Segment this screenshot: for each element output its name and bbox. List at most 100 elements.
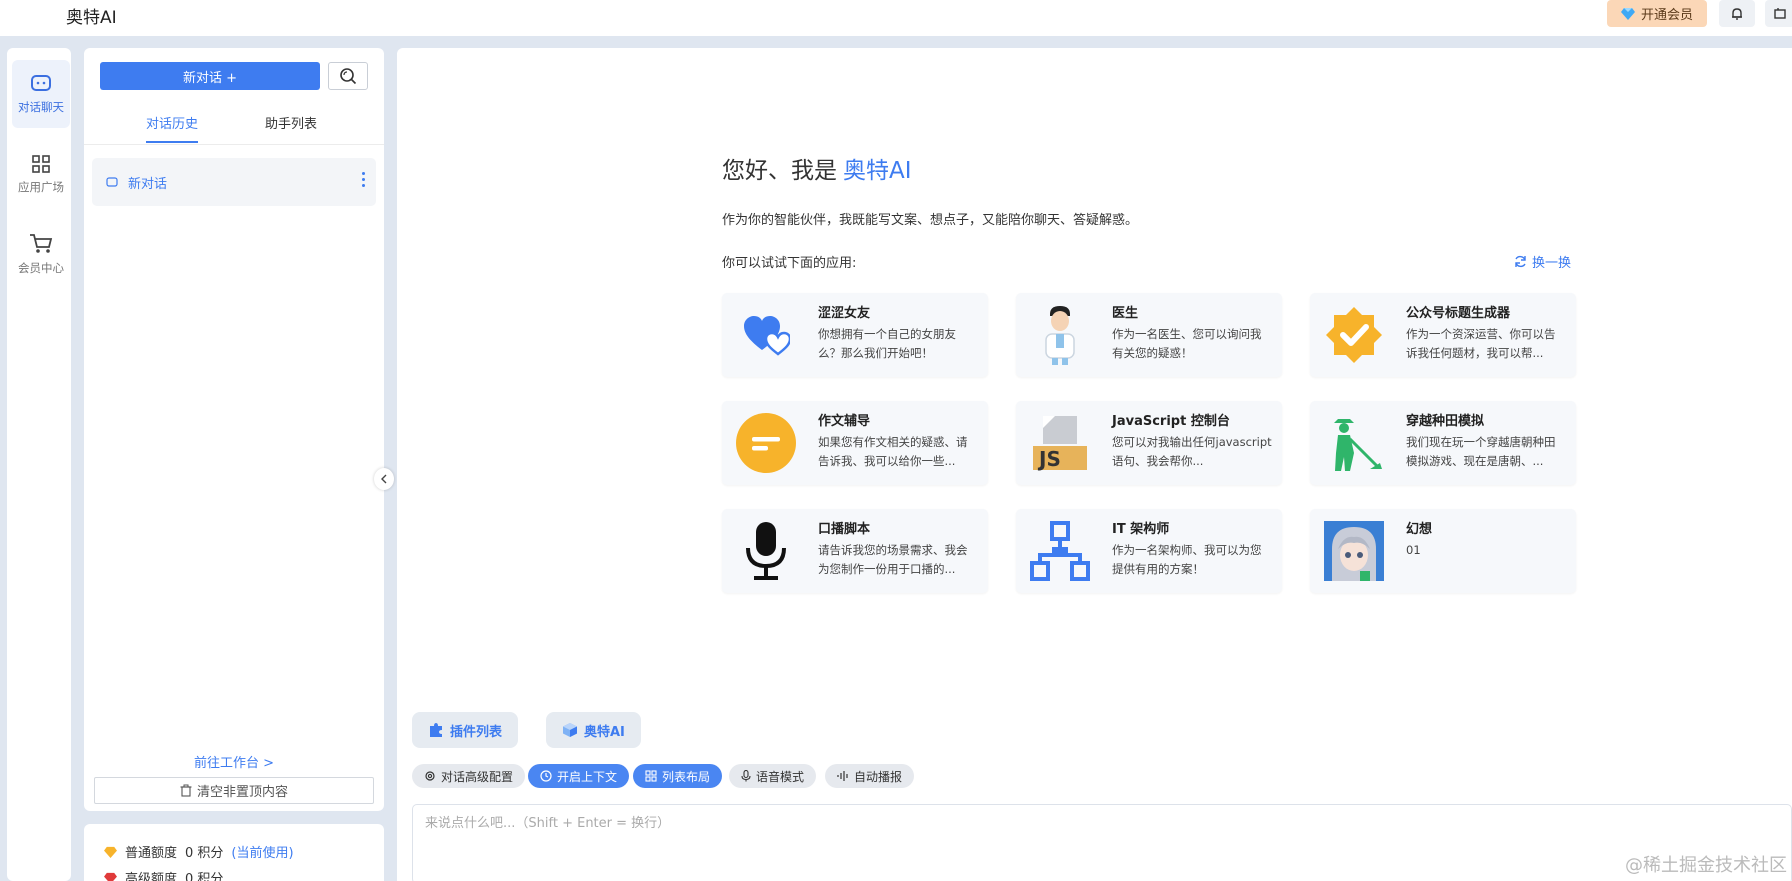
context-chip[interactable]: 开启上下文 bbox=[528, 764, 630, 788]
intro-text: 作为你的智能伙伴，我既能写文案、想点子，又能陪你聊天、答疑解惑。 bbox=[722, 213, 1139, 228]
conversation-item[interactable]: 新对话 bbox=[92, 158, 376, 206]
top-bar: 奥特AI 开通会员 bbox=[0, 0, 1792, 36]
app-card-desc: 作为一名架构师、我可以为您提供有用的方案！ bbox=[1112, 543, 1262, 576]
diamond-icon bbox=[104, 872, 117, 881]
app-card[interactable]: 作文辅导 如果您有作文相关的疑惑、请告诉我、我可以给你一些... bbox=[722, 401, 988, 485]
vip-button[interactable]: 开通会员 bbox=[1607, 0, 1707, 27]
watermark: @稀土掘金技术社区 bbox=[1625, 855, 1787, 876]
collapse-sidebar-button[interactable] bbox=[374, 468, 394, 490]
tab-history[interactable]: 对话历史 bbox=[146, 113, 199, 143]
conversation-title: 新对话 bbox=[128, 176, 168, 192]
auto-play-chip[interactable]: 自动播报 bbox=[825, 764, 915, 788]
text-lines-icon bbox=[736, 413, 796, 473]
app-card-title: 医生 bbox=[1112, 306, 1139, 321]
microphone-icon bbox=[741, 770, 751, 782]
grid-icon bbox=[32, 154, 50, 173]
try-label: 你可以试试下面的应用: bbox=[722, 256, 857, 271]
app-card[interactable]: 口播脚本 请告诉我您的场景需求、我会为您制作一份用于口播的... bbox=[722, 509, 988, 593]
app-card[interactable]: JS JavaScript 控制台 您可以对我输出任何javascript语句、… bbox=[1016, 401, 1282, 485]
quota-advanced: 高级额度 0 积分 bbox=[104, 868, 223, 881]
voice-mode-chip[interactable]: 语音模式 bbox=[729, 764, 817, 788]
clock-icon bbox=[540, 770, 552, 782]
notification-button[interactable] bbox=[1719, 0, 1755, 27]
app-card-desc: 如果您有作文相关的疑惑、请告诉我、我可以给你一些... bbox=[818, 435, 968, 468]
chip-label: 自动播报 bbox=[854, 769, 903, 784]
cart-icon bbox=[30, 233, 53, 253]
nav-item-label: 对话聊天 bbox=[18, 99, 64, 114]
verified-badge-icon bbox=[1324, 305, 1384, 365]
js-file-icon: JS bbox=[1030, 413, 1090, 473]
search-icon bbox=[340, 68, 357, 85]
network-icon bbox=[1030, 521, 1090, 581]
app-card[interactable]: 公众号标题生成器 作为一个资深运营、你可以告诉我任何题材，我可以帮... bbox=[1310, 293, 1576, 377]
nav-item-member-center[interactable]: 会员中心 bbox=[12, 220, 70, 288]
conversation-panel: 新对话 + 对话历史 助手列表 新对话 前往工作台 > 清空非置顶内容 bbox=[84, 48, 384, 811]
nav-item-label: 会员中心 bbox=[18, 260, 64, 275]
anime-avatar-icon bbox=[1324, 521, 1384, 581]
nav-item-app-square[interactable]: 应用广场 bbox=[12, 140, 70, 208]
chat-bubble-icon bbox=[31, 74, 51, 91]
puzzle-icon bbox=[430, 723, 442, 737]
new-chat-label: 新对话 + bbox=[182, 70, 238, 86]
model-label: 奥特AI bbox=[584, 724, 625, 740]
diamond-icon bbox=[104, 846, 117, 858]
workbench-link[interactable]: 前往工作台 > bbox=[84, 752, 384, 771]
app-card[interactable]: 幻想 01 bbox=[1310, 509, 1576, 593]
quota-normal-value: 0 积分 bbox=[185, 846, 224, 861]
nav-item-chat[interactable]: 对话聊天 bbox=[12, 60, 70, 128]
quota-normal-label: 普通额度 bbox=[125, 846, 178, 861]
app-card-title: IT 架构师 bbox=[1112, 522, 1170, 537]
grid-icon bbox=[645, 770, 657, 782]
refresh-icon bbox=[1515, 255, 1526, 268]
quota-normal-note: (当前使用) bbox=[231, 846, 294, 861]
sliders-icon bbox=[1774, 7, 1786, 19]
bell-icon bbox=[1732, 7, 1742, 20]
chip-label: 列表布局 bbox=[662, 769, 711, 784]
app-card[interactable]: 穿越种田模拟 我们现在玩一个穿越唐朝种田模拟游戏、现在是唐朝、... bbox=[1310, 401, 1576, 485]
greeting-prefix: 您好、我是 bbox=[722, 158, 837, 184]
farmer-icon bbox=[1324, 413, 1384, 473]
plugins-button[interactable]: 插件列表 bbox=[412, 712, 519, 748]
app-card-title: 口播脚本 bbox=[818, 522, 871, 537]
more-icon[interactable] bbox=[362, 172, 366, 187]
app-card[interactable]: 涩涩女友 你想拥有一个自己的女朋友么？那么我们开始吧！ bbox=[722, 293, 988, 377]
app-card-desc: 您可以对我输出任何javascript语句、我会帮你... bbox=[1112, 435, 1272, 468]
refresh-label: 换一换 bbox=[1532, 256, 1572, 271]
clear-button[interactable]: 清空非置顶内容 bbox=[94, 777, 374, 804]
heart-icon bbox=[736, 305, 796, 365]
doctor-icon bbox=[1030, 305, 1090, 365]
waveform-icon bbox=[837, 771, 848, 781]
app-card-title: 作文辅导 bbox=[818, 414, 871, 429]
chat-bubble-icon bbox=[106, 176, 118, 187]
settings-button[interactable] bbox=[1765, 0, 1792, 27]
tab-divider bbox=[84, 144, 384, 145]
refresh-button[interactable]: 换一换 bbox=[1514, 252, 1571, 271]
svg-text:JS: JS bbox=[1037, 447, 1061, 471]
app-card[interactable]: 医生 作为一名医生、您可以询问我有关您的疑惑！ bbox=[1016, 293, 1282, 377]
app-card-title: 穿越种田模拟 bbox=[1406, 414, 1485, 429]
chip-label: 语音模式 bbox=[756, 769, 805, 784]
app-card-title: 幻想 bbox=[1406, 522, 1433, 537]
chip-label: 开启上下文 bbox=[557, 769, 618, 784]
microphone-icon bbox=[736, 521, 796, 581]
plugins-label: 插件列表 bbox=[450, 724, 503, 740]
list-layout-chip[interactable]: 列表布局 bbox=[633, 764, 723, 788]
app-card-title: 涩涩女友 bbox=[818, 306, 871, 321]
app-card-desc: 01 bbox=[1406, 543, 1421, 557]
app-card-title: JavaScript 控制台 bbox=[1112, 414, 1230, 429]
app-card[interactable]: IT 架构师 作为一名架构师、我可以为您提供有用的方案！ bbox=[1016, 509, 1282, 593]
clear-label: 清空非置顶内容 bbox=[196, 785, 288, 800]
main-area: 您好、我是奥特AI 作为你的智能伙伴，我既能写文案、想点子，又能陪你聊天、答疑解… bbox=[397, 48, 1792, 881]
model-button[interactable]: 奥特AI bbox=[546, 712, 641, 748]
app-title: 奥特AI bbox=[66, 8, 117, 28]
new-chat-button[interactable]: 新对话 + bbox=[100, 62, 320, 90]
app-card-desc: 我们现在玩一个穿越唐朝种田模拟游戏、现在是唐朝、... bbox=[1406, 435, 1556, 468]
message-input[interactable] bbox=[413, 805, 1791, 842]
app-card-desc: 请告诉我您的场景需求、我会为您制作一份用于口播的... bbox=[818, 543, 968, 576]
search-button[interactable] bbox=[328, 62, 368, 90]
advanced-config-chip[interactable]: 对话高级配置 bbox=[412, 764, 526, 788]
tab-assistants[interactable]: 助手列表 bbox=[265, 113, 317, 143]
nav-item-label: 应用广场 bbox=[18, 179, 64, 194]
message-input-box bbox=[412, 804, 1792, 881]
app-card-title: 公众号标题生成器 bbox=[1406, 306, 1511, 321]
